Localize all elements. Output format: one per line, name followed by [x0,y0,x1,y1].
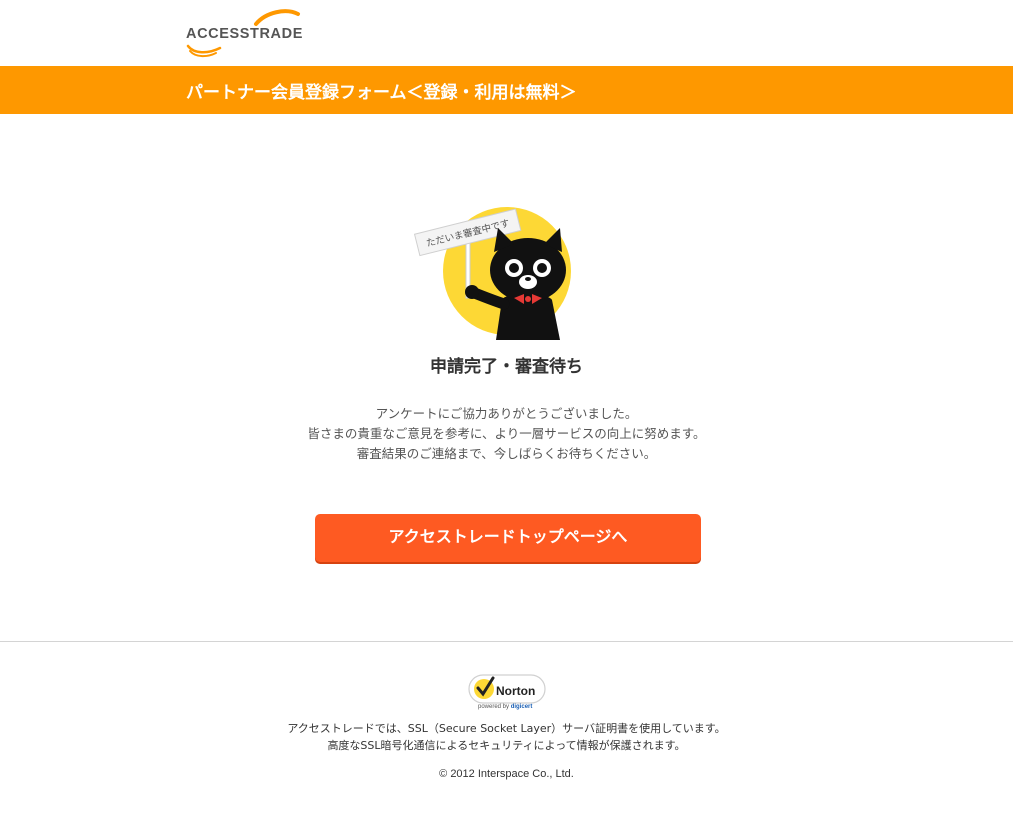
ssl-line: アクセストレードでは、SSL（Secure Socket Layer）サーバ証明… [287,722,726,735]
footer-divider [0,641,1013,642]
page-title: パートナー会員登録フォーム＜登録・利用は無料＞ [186,83,577,103]
norton-brand: Norton [496,684,536,698]
accesstrade-logo[interactable]: ACCESSTRADE [186,8,316,58]
logo-text: ACCESSTRADE [186,26,303,42]
mascot-illustration: ただいま審査中です [410,200,582,340]
message-line: アンケートにご協力ありがとうございました。 [375,406,638,421]
thank-you-message: アンケートにご協力ありがとうございました。 皆さまの貴重なご意見を参考に、より一… [0,404,1013,464]
norton-seal[interactable]: Norton powered by digicert [466,674,548,714]
message-line: 皆さまの貴重なご意見を参考に、より一層サービスの向上に努めます。 [307,426,706,441]
ssl-line: 高度なSSL暗号化通信によるセキュリティによって情報が保護されます。 [327,739,686,752]
accesstrade-top-button[interactable]: アクセストレードトップページへ [315,514,701,562]
message-line: 審査結果のご連絡まで、今しばらくお待ちください。 [356,446,657,461]
site-header: ACCESSTRADE [0,0,1013,66]
form-title-banner: パートナー会員登録フォーム＜登録・利用は無料＞ [0,66,1013,114]
copyright: © 2012 Interspace Co., Ltd. [439,768,574,780]
norton-powered-by: powered by digicert [478,704,533,710]
status-title: 申請完了・審査待ち [430,357,583,377]
ssl-notice: アクセストレードでは、SSL（Secure Socket Layer）サーバ証明… [0,720,1013,754]
